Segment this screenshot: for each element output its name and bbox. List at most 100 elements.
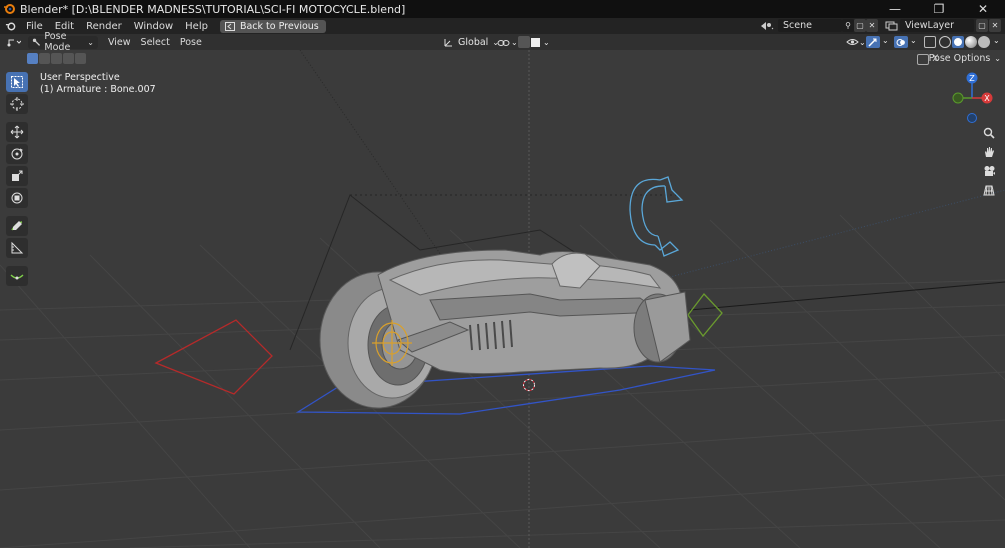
pan-hand-icon[interactable] [980,143,998,161]
chevron-down-icon: ⌄ [87,37,94,47]
perspective-grid-icon[interactable] [980,181,998,199]
viewport-header: Pose Mode ⌄ View Select Pose Global ⌄ ⌄ … [0,31,1005,53]
tool-transform[interactable] [6,188,28,208]
selection-mode-group [27,53,87,64]
viewlayer-name-field[interactable]: ViewLayer [900,19,974,32]
3d-viewport[interactable]: User Perspective (1) Armature : Bone.007 [0,50,1005,548]
menu-file[interactable]: File [20,21,49,32]
pivot-link-icon [497,39,510,46]
camera-view-icon[interactable] [980,162,998,180]
snap-toggle-icon[interactable] [518,36,530,48]
tool-scale[interactable] [6,166,28,186]
transform-orientation-label: Global [458,37,489,48]
overlays-toggle-icon[interactable] [894,36,908,48]
chevron-down-icon: ⌄ [511,38,518,47]
viewlayer-name-label: ViewLayer [905,20,955,31]
chevron-down-icon[interactable]: ⌄ [882,36,889,45]
window-titlebar: Blender* [D:\BLENDER MADNESS\TUTORIAL\SC… [0,0,1005,18]
viewport-scene [0,50,1005,548]
menu-window[interactable]: Window [128,21,179,32]
measure-ruler-icon [11,241,24,254]
viewlayer-browse-icon[interactable] [882,19,900,32]
cursor-arrow-icon [11,76,23,88]
close-window-button[interactable]: ✕ [961,0,1005,18]
blender-menu-icon[interactable] [0,18,20,34]
window-title: Blender* [D:\BLENDER MADNESS\TUTORIAL\SC… [20,2,406,16]
chevron-down-icon: ⌄ [994,54,1001,63]
tool-rotate[interactable] [6,144,28,164]
scene-browse-icon[interactable] [758,19,776,32]
scene-pin-icon[interactable]: ⚲ [842,19,854,32]
xray-bones-icon[interactable] [917,54,929,65]
select-invert-icon[interactable] [63,53,74,64]
axis-neg-z-icon[interactable] [967,113,977,123]
menu-pose[interactable]: Pose [175,37,207,48]
blender-logo-icon [0,0,18,18]
menu-select[interactable]: Select [136,37,175,48]
motorcycle-mesh[interactable] [319,249,691,409]
minimize-button[interactable]: — [873,0,917,18]
chevron-down-icon[interactable]: ⌄ [910,36,917,45]
xray-toggle-icon[interactable] [924,36,936,48]
tool-cursor[interactable] [6,94,28,114]
scene-name-label: Scene [783,20,812,31]
tool-select-box[interactable] [6,72,28,92]
orientation-axes-icon [444,39,452,47]
shading-material-icon[interactable] [965,36,977,48]
transform-orientation-dropdown[interactable]: Global ⌄ [443,36,499,49]
pose-mode-icon [32,38,41,46]
eye-icon [846,39,859,45]
axis-x-label: X [984,94,990,103]
move-icon [10,125,24,139]
scene-name-field[interactable]: Scene [778,19,842,32]
scale-icon [12,170,23,181]
visibility-dropdown[interactable]: ⌄ [846,36,866,48]
mode-dropdown[interactable]: Pose Mode ⌄ [26,31,103,53]
navigation-controls [980,124,998,200]
new-scene-icon[interactable]: ▢ [854,19,866,32]
delete-viewlayer-icon[interactable]: ✕ [989,19,1001,32]
shading-solid-icon[interactable] [952,36,964,48]
gizmo-toggle-icon[interactable] [866,36,880,48]
select-intersect-icon[interactable] [75,53,86,64]
rotate-icon [11,148,23,160]
delete-scene-icon[interactable]: ✕ [866,19,878,32]
menu-help[interactable]: Help [179,21,214,32]
select-new-icon[interactable] [27,53,38,64]
back-to-previous-label: Back to Previous [239,20,319,32]
new-viewlayer-icon[interactable]: ▢ [976,19,988,32]
viewport-info: User Perspective (1) Armature : Bone.007 [40,72,156,96]
maximize-button[interactable]: ❐ [917,0,961,18]
pose-relax-icon [10,274,24,280]
menu-edit[interactable]: Edit [49,21,80,32]
navigation-gizmo[interactable]: Z X [942,70,1002,126]
annotate-pen-icon [11,221,23,231]
pose-options-dropdown[interactable]: Pose Options ⌄ [929,52,1001,65]
editor-type-button[interactable] [0,37,26,47]
menu-render[interactable]: Render [80,21,128,32]
active-object-label: (1) Armature : Bone.007 [40,84,156,95]
tool-shelf [5,72,29,288]
proportional-edit-dropdown[interactable]: ⌄ [531,36,550,48]
back-to-previous-button[interactable]: Back to Previous [219,19,326,33]
tool-move[interactable] [6,122,28,142]
tool-relax[interactable] [6,266,28,286]
pivot-point-dropdown[interactable]: ⌄ [497,36,518,49]
proportional-square-icon [531,37,540,47]
perspective-label: User Perspective [40,72,120,83]
tool-measure[interactable] [6,238,28,258]
tool-annotate[interactable] [6,216,28,236]
editor-type-icon [7,39,21,47]
zoom-magnifier-icon[interactable] [980,124,998,142]
select-subtract-icon[interactable] [51,53,62,64]
transform-icon [11,192,23,204]
select-extend-icon[interactable] [39,53,50,64]
axis-neg-y-icon[interactable] [952,92,964,104]
shading-rendered-icon[interactable] [978,36,990,48]
chevron-down-icon[interactable]: ⌄ [993,36,1000,45]
rotate-gizmo-icon[interactable] [629,176,684,257]
3d-cursor-icon[interactable] [523,379,535,391]
menu-view[interactable]: View [103,37,136,48]
chevron-down-icon: ⌄ [543,37,550,47]
shading-wireframe-icon[interactable] [939,36,951,48]
